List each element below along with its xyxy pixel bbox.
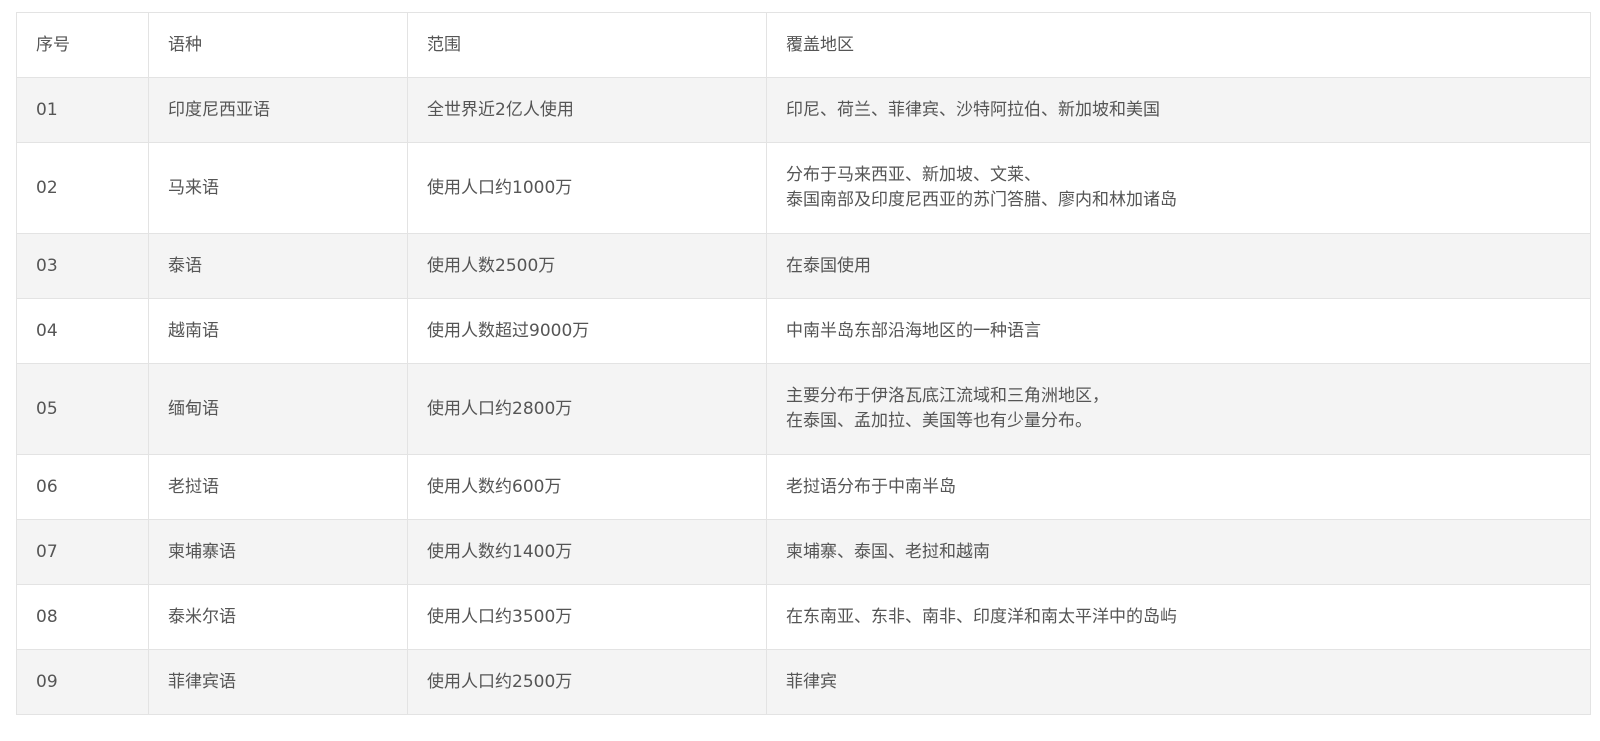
cell-scope: 使用人口约1000万 bbox=[407, 142, 767, 234]
cell-scope: 使用人数超过9000万 bbox=[407, 298, 767, 364]
region-line: 老挝语分布于中南半岛 bbox=[786, 476, 956, 497]
cell-language: 泰米尔语 bbox=[148, 584, 408, 650]
region-line: 印尼、荷兰、菲律宾、沙特阿拉伯、新加坡和美国 bbox=[786, 99, 1160, 120]
cell-language: 印度尼西亚语 bbox=[148, 77, 408, 143]
cell-region: 菲律宾 bbox=[766, 649, 1591, 715]
region-line: 中南半岛东部沿海地区的一种语言 bbox=[786, 320, 1041, 341]
table-row: 07 柬埔寨语 使用人数约1400万 柬埔寨、泰国、老挝和越南 bbox=[16, 519, 1591, 585]
header-row: 序号 语种 范围 覆盖地区 bbox=[16, 12, 1591, 78]
cell-language: 老挝语 bbox=[148, 454, 408, 520]
table-row: 03 泰语 使用人数2500万 在泰国使用 bbox=[16, 233, 1591, 299]
table-row: 02 马来语 使用人口约1000万 分布于马来西亚、新加坡、文莱、泰国南部及印度尼西亚… bbox=[16, 142, 1591, 234]
cell-number: 06 bbox=[16, 454, 149, 520]
header-cell-number: 序号 bbox=[16, 12, 149, 78]
cell-number: 09 bbox=[16, 649, 149, 715]
cell-region: 在东南亚、东非、南非、印度洋和南太平洋中的岛屿 bbox=[766, 584, 1591, 650]
cell-number: 05 bbox=[16, 363, 149, 455]
cell-region: 在泰国使用 bbox=[766, 233, 1591, 299]
cell-region: 分布于马来西亚、新加坡、文莱、泰国南部及印度尼西亚的苏门答腊、廖内和林加诸岛 bbox=[766, 142, 1591, 234]
table-row: 01 印度尼西亚语 全世界近2亿人使用 印尼、荷兰、菲律宾、沙特阿拉伯、新加坡和美国 bbox=[16, 77, 1591, 143]
cell-language: 柬埔寨语 bbox=[148, 519, 408, 585]
cell-number: 02 bbox=[16, 142, 149, 234]
table-row: 09 菲律宾语 使用人口约2500万 菲律宾 bbox=[16, 649, 1591, 715]
cell-language: 菲律宾语 bbox=[148, 649, 408, 715]
region-line: 在东南亚、东非、南非、印度洋和南太平洋中的岛屿 bbox=[786, 606, 1177, 627]
cell-number: 08 bbox=[16, 584, 149, 650]
cell-language: 越南语 bbox=[148, 298, 408, 364]
cell-number: 01 bbox=[16, 77, 149, 143]
table-row: 05 缅甸语 使用人口约2800万 主要分布于伊洛瓦底江流域和三角洲地区， 在泰国、孟加… bbox=[16, 363, 1591, 455]
region-line: 主要分布于伊洛瓦底江流域和三角洲地区， bbox=[786, 386, 1109, 406]
cell-scope: 使用人口约3500万 bbox=[407, 584, 767, 650]
header-cell-scope: 范围 bbox=[407, 12, 767, 78]
region-line: 菲律宾 bbox=[786, 671, 837, 692]
cell-number: 07 bbox=[16, 519, 149, 585]
cell-scope: 全世界近2亿人使用 bbox=[407, 77, 767, 143]
language-table: 序号 语种 范围 覆盖地区 01 印度尼西亚语 全世界近2亿人使用 印尼、荷兰、菲律宾… bbox=[16, 12, 1591, 715]
region-line: 分布于马来西亚、新加坡、文莱、 bbox=[786, 165, 1041, 185]
region-line: 泰国南部及印度尼西亚的苏门答腊、廖内和林加诸岛 bbox=[786, 190, 1177, 210]
region-line: 在泰国使用 bbox=[786, 255, 871, 276]
cell-region: 柬埔寨、泰国、老挝和越南 bbox=[766, 519, 1591, 585]
table-row: 06 老挝语 使用人数约600万 老挝语分布于中南半岛 bbox=[16, 454, 1591, 520]
region-line: 在泰国、孟加拉、美国等也有少量分布。 bbox=[786, 411, 1092, 431]
cell-number: 03 bbox=[16, 233, 149, 299]
table-body: 01 印度尼西亚语 全世界近2亿人使用 印尼、荷兰、菲律宾、沙特阿拉伯、新加坡和美国 0… bbox=[16, 77, 1591, 715]
table-row: 04 越南语 使用人数超过9000万 中南半岛东部沿海地区的一种语言 bbox=[16, 298, 1591, 364]
language-table-container: 序号 语种 范围 覆盖地区 01 印度尼西亚语 全世界近2亿人使用 印尼、荷兰、菲律宾… bbox=[16, 12, 1591, 715]
cell-region: 主要分布于伊洛瓦底江流域和三角洲地区， 在泰国、孟加拉、美国等也有少量分布。 bbox=[766, 363, 1591, 455]
header-cell-language: 语种 bbox=[148, 12, 408, 78]
cell-scope: 使用人口约2500万 bbox=[407, 649, 767, 715]
cell-scope: 使用人数约600万 bbox=[407, 454, 767, 520]
cell-number: 04 bbox=[16, 298, 149, 364]
cell-region: 老挝语分布于中南半岛 bbox=[766, 454, 1591, 520]
cell-scope: 使用人数约1400万 bbox=[407, 519, 767, 585]
cell-region: 中南半岛东部沿海地区的一种语言 bbox=[766, 298, 1591, 364]
cell-language: 泰语 bbox=[148, 233, 408, 299]
table-row: 08 泰米尔语 使用人口约3500万 在东南亚、东非、南非、印度洋和南太平洋中的岛屿 bbox=[16, 584, 1591, 650]
table-header: 序号 语种 范围 覆盖地区 bbox=[16, 12, 1591, 78]
header-cell-region: 覆盖地区 bbox=[766, 12, 1591, 78]
cell-scope: 使用人数2500万 bbox=[407, 233, 767, 299]
cell-language: 缅甸语 bbox=[148, 363, 408, 455]
cell-region: 印尼、荷兰、菲律宾、沙特阿拉伯、新加坡和美国 bbox=[766, 77, 1591, 143]
cell-scope: 使用人口约2800万 bbox=[407, 363, 767, 455]
region-line: 柬埔寨、泰国、老挝和越南 bbox=[786, 541, 990, 562]
cell-language: 马来语 bbox=[148, 142, 408, 234]
